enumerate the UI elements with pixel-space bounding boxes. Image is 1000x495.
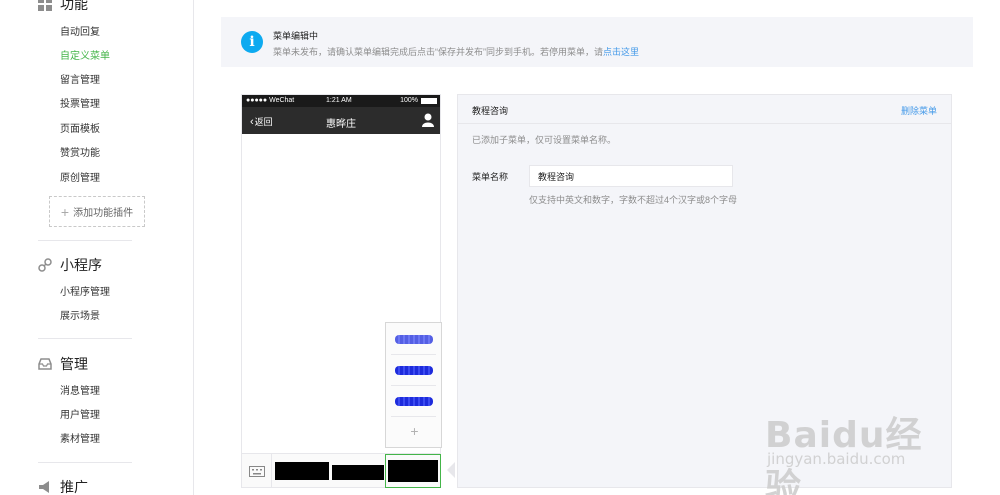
sidebar-section-label: 功能 [60,0,88,12]
menu-bar [242,453,441,488]
sidebar-item-comments[interactable]: 留言管理 [60,74,100,88]
divider [38,338,132,339]
baidu-watermark: Baidu经验 jingyan.baidu.com [765,392,955,495]
menu-title: 教程咨询 [472,106,509,116]
redacted-label [394,397,433,406]
phone-preview: ●●●●● WeChat 1:21 AM 100% ‹返回 惠晔庄 + [241,94,442,488]
submenu-item[interactable] [391,356,436,386]
sidebar-section-label: 小程序 [60,257,102,273]
add-plugin-label: 添加功能插件 [73,208,134,219]
inbox-icon [38,357,52,371]
sidebar-item-auto-reply[interactable]: 自动回复 [60,26,100,40]
sidebar-section-label: 管理 [60,356,88,372]
wechat-navbar: ‹返回 惠晔庄 [242,107,440,134]
redacted-label [332,464,384,480]
battery-icon [421,98,437,104]
link-icon [38,258,52,272]
sidebar-section-promote: 推广 [38,477,88,495]
submenu-popup: + [385,322,442,448]
grid-icon [38,0,52,11]
sidebar-item-appreciation[interactable]: 赞赏功能 [60,147,100,161]
sidebar-item-users[interactable]: 用户管理 [60,409,100,423]
sidebar-item-display-scenes[interactable]: 展示场景 [60,310,100,324]
status-bar: ●●●●● WeChat 1:21 AM 100% [242,95,440,107]
sidebar-item-custom-menu[interactable]: 自定义菜单 [60,50,110,64]
submenu-item[interactable] [391,325,436,355]
plus-icon: + [60,203,70,220]
sidebar-item-original[interactable]: 原创管理 [60,172,100,186]
redacted-label [394,366,433,375]
notice-title: 菜单编辑中 [273,31,319,41]
editor-tip: 已添加子菜单，仅可设置菜单名称。 [472,135,617,145]
add-submenu-button[interactable]: + [386,423,443,439]
sidebar-section-manage: 管理 [38,354,88,374]
keyboard-icon[interactable] [242,454,272,488]
menu-name-label: 菜单名称 [472,172,509,182]
notice-text: 菜单未发布，请确认菜单编辑完成后点击“保存并发布”同步到手机。若停用菜单，请 [273,47,603,57]
sidebar-item-page-templates[interactable]: 页面模板 [60,123,100,137]
sidebar-section-label: 推广 [60,479,88,495]
notice-desc: 菜单未发布，请确认菜单编辑完成后点击“保存并发布”同步到手机。若停用菜单，请点击… [273,45,639,58]
add-plugin-button[interactable]: + 添加功能插件 [49,196,145,227]
megaphone-icon [38,480,52,494]
menu-button[interactable] [274,454,330,488]
divider [38,240,132,241]
carrier: ●●●●● WeChat [246,97,295,104]
menu-button-selected[interactable] [385,454,441,488]
editing-notice: i 菜单编辑中 菜单未发布，请确认菜单编辑完成后点击“保存并发布”同步到手机。若… [221,17,973,67]
sidebar-section-function: 功能 [38,0,88,14]
menu-name-input[interactable] [529,165,733,187]
sidebar-item-materials[interactable]: 素材管理 [60,433,100,447]
info-icon: i [241,31,263,53]
watermark-url: jingyan.baidu.com [767,450,906,468]
sidebar: 功能 自动回复 自定义菜单 留言管理 投票管理 页面模板 赞赏功能 原创管理 +… [0,0,194,495]
menu-button[interactable] [331,454,385,488]
submenu-item[interactable] [391,387,436,417]
panel-pointer [447,462,455,478]
user-icon[interactable] [422,113,434,127]
sidebar-item-miniprogram-manage[interactable]: 小程序管理 [60,286,110,300]
redacted-label [275,462,329,480]
redacted-label [388,460,438,482]
sidebar-item-votes[interactable]: 投票管理 [60,98,100,112]
redacted-label [394,335,433,344]
account-name: 惠晔庄 [326,119,356,130]
sidebar-item-messages[interactable]: 消息管理 [60,385,100,399]
sidebar-section-miniprogram: 小程序 [38,255,102,275]
divider [38,462,132,463]
editor-header: 教程咨询 删除菜单 [458,95,951,124]
delete-menu-link[interactable]: 删除菜单 [901,104,937,117]
clock: 1:21 AM [326,97,352,104]
menu-name-hint: 仅支持中英文和数字，字数不超过4个汉字或8个字母 [529,195,738,205]
battery-text: 100% [400,97,418,104]
disable-menu-link[interactable]: 点击这里 [603,47,639,57]
